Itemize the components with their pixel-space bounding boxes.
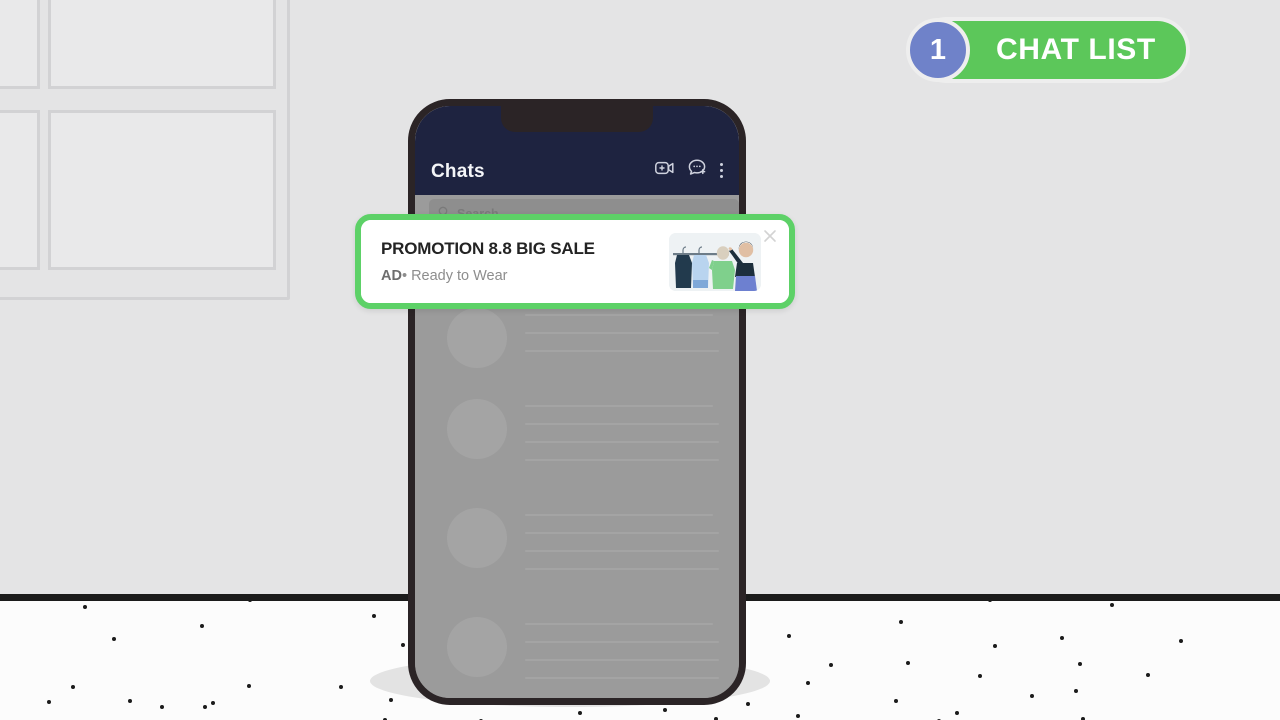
- wall-panel-inset-top-right: [48, 0, 276, 89]
- phone-screen: Chats: [415, 106, 739, 698]
- step-number: 1: [906, 18, 970, 82]
- ad-banner-highlight[interactable]: PROMOTION 8.8 BIG SALE AD• Ready to Wear: [355, 214, 795, 309]
- step-label: CHAT LIST: [996, 33, 1156, 66]
- list-item[interactable]: [415, 397, 739, 477]
- avatar: [447, 399, 507, 459]
- wall-panel-inset-bottom-right: [48, 110, 276, 270]
- avatar: [447, 508, 507, 568]
- wall-panel-inset-top-left: [0, 0, 40, 89]
- ad-text-block: PROMOTION 8.8 BIG SALE AD• Ready to Wear: [381, 239, 669, 284]
- avatar: [447, 308, 507, 368]
- page-title: Chats: [431, 161, 485, 182]
- ad-tag-label: AD: [381, 268, 402, 284]
- list-item-lines: [525, 506, 721, 586]
- ad-separator: •: [401, 268, 408, 284]
- list-item-lines: [525, 306, 721, 368]
- ad-banner[interactable]: PROMOTION 8.8 BIG SALE AD• Ready to Wear: [361, 220, 789, 303]
- list-item[interactable]: [415, 506, 739, 586]
- scene-root: Chats PROMOTION 8.8 BIG SALE AD• Ready t…: [0, 0, 1280, 720]
- new-chat-icon[interactable]: [688, 159, 706, 181]
- list-item[interactable]: [415, 615, 739, 695]
- ad-title: PROMOTION 8.8 BIG SALE: [381, 239, 595, 258]
- wall-panel-inset-bottom-left: [0, 110, 40, 270]
- phone-notch: [501, 106, 653, 132]
- ad-thumbnail[interactable]: [669, 232, 761, 291]
- header-icon-group: [655, 159, 723, 183]
- phone-device: Chats: [408, 99, 746, 705]
- list-item[interactable]: [415, 306, 739, 368]
- chat-list[interactable]: [415, 306, 739, 698]
- ad-subtitle: Ready to Wear: [411, 268, 508, 284]
- list-item-lines: [525, 615, 721, 695]
- video-call-icon[interactable]: [655, 161, 674, 180]
- list-item-lines: [525, 397, 721, 477]
- close-icon[interactable]: [761, 227, 779, 245]
- step-badge: 1 CHAT LIST: [906, 14, 1190, 86]
- avatar: [447, 617, 507, 677]
- ad-subtitle-row: AD• Ready to Wear: [381, 268, 669, 284]
- overflow-menu-icon[interactable]: [720, 162, 723, 178]
